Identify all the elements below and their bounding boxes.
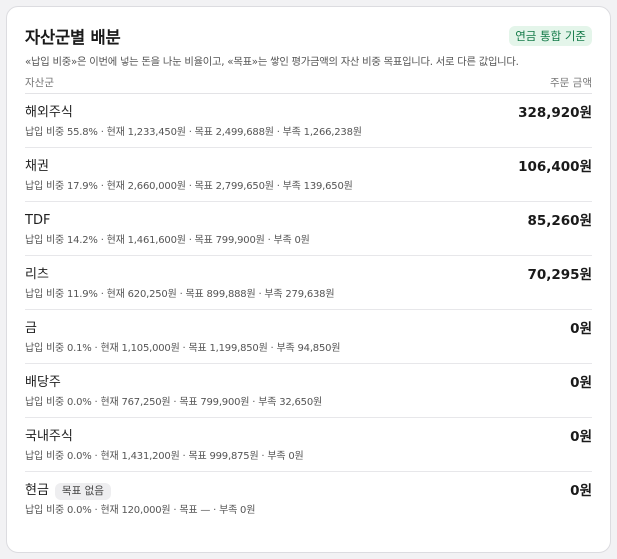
allocation-row: 채권 106,400원납입 비중 17.9% · 현재 2,660,000원 · … <box>25 148 592 202</box>
allocation-row: 리츠 70,295원납입 비중 11.9% · 현재 620,250원 · 목표 … <box>25 256 592 310</box>
asset-class-name-wrap: 리츠 <box>25 266 49 284</box>
asset-class-name-wrap: 금 <box>25 320 37 338</box>
card-header: 자산군별 배분 연금 통합 기준 <box>25 24 592 48</box>
allocation-row: 국내주식 0원납입 비중 0.0% · 현재 1,431,200원 · 목표 99… <box>25 418 592 472</box>
card-title: 자산군별 배분 <box>25 28 121 47</box>
allocation-list: 해외주식 328,920원납입 비중 55.8% · 현재 1,233,450원 … <box>25 94 592 526</box>
asset-class-name: 해외주식 <box>25 105 73 120</box>
allocation-detail: 납입 비중 0.1% · 현재 1,105,000원 · 목표 1,199,85… <box>25 343 341 354</box>
asset-class-name-wrap: 현금 목표 없음 <box>25 482 111 500</box>
allocation-detail: 납입 비중 11.9% · 현재 620,250원 · 목표 899,888원 … <box>25 289 335 300</box>
allocation-detail: 납입 비중 17.9% · 현재 2,660,000원 · 목표 2,799,6… <box>25 181 353 192</box>
basis-badge: 연금 통합 기준 <box>509 26 592 46</box>
asset-class-name-wrap: 채권 <box>25 158 49 176</box>
order-amount: 328,920원 <box>518 105 592 121</box>
asset-class-name-wrap: 국내주식 <box>25 428 73 446</box>
order-amount: 85,260원 <box>527 213 592 229</box>
order-amount: 0원 <box>570 483 592 499</box>
allocation-row: TDF 85,260원납입 비중 14.2% · 현재 1,461,600원 · … <box>25 202 592 256</box>
order-amount: 0원 <box>570 429 592 445</box>
asset-class-name: 현금 <box>25 483 49 498</box>
order-amount: 70,295원 <box>527 267 592 283</box>
asset-class-name: 금 <box>25 321 37 336</box>
no-target-tag: 목표 없음 <box>54 482 111 500</box>
allocation-detail: 납입 비중 0.0% · 현재 120,000원 · 목표 — · 부족 0원 <box>25 505 256 516</box>
asset-class-name: TDF <box>25 213 51 228</box>
asset-class-name: 채권 <box>25 159 49 174</box>
asset-class-name: 배당주 <box>25 375 61 390</box>
allocation-detail: 납입 비중 0.0% · 현재 1,431,200원 · 목표 999,875원… <box>25 451 304 462</box>
allocation-row: 금 0원납입 비중 0.1% · 현재 1,105,000원 · 목표 1,199… <box>25 310 592 364</box>
column-header-asset-class: 자산군 <box>25 77 54 89</box>
asset-class-name-wrap: 배당주 <box>25 374 61 392</box>
allocation-card: 자산군별 배분 연금 통합 기준 «납입 비중»은 이번에 넣는 돈을 나눈 비… <box>6 6 611 553</box>
allocation-detail: 납입 비중 55.8% · 현재 1,233,450원 · 목표 2,499,6… <box>25 127 362 138</box>
order-amount: 0원 <box>570 375 592 391</box>
order-amount: 0원 <box>570 321 592 337</box>
asset-class-name: 리츠 <box>25 267 49 282</box>
asset-class-name-wrap: TDF <box>25 212 50 230</box>
allocation-row: 배당주 0원납입 비중 0.0% · 현재 767,250원 · 목표 799,9… <box>25 364 592 418</box>
card-description: «납입 비중»은 이번에 넣는 돈을 나눈 비율이고, «목표»는 쌓인 평가금… <box>25 56 519 68</box>
allocation-row: 해외주식 328,920원납입 비중 55.8% · 현재 1,233,450원 … <box>25 94 592 148</box>
column-header-order-amount: 주문 금액 <box>550 77 592 89</box>
order-amount: 106,400원 <box>518 159 592 175</box>
allocation-detail: 납입 비중 0.0% · 현재 767,250원 · 목표 799,900원 ·… <box>25 397 323 408</box>
column-header: 자산군 주문 금액 <box>25 75 592 94</box>
asset-class-name: 국내주식 <box>25 429 73 444</box>
allocation-row: 현금 목표 없음 0원납입 비중 0.0% · 현재 120,000원 · 목표 —… <box>25 472 592 526</box>
allocation-detail: 납입 비중 14.2% · 현재 1,461,600원 · 목표 799,900… <box>25 235 310 246</box>
asset-class-name-wrap: 해외주식 <box>25 104 73 122</box>
